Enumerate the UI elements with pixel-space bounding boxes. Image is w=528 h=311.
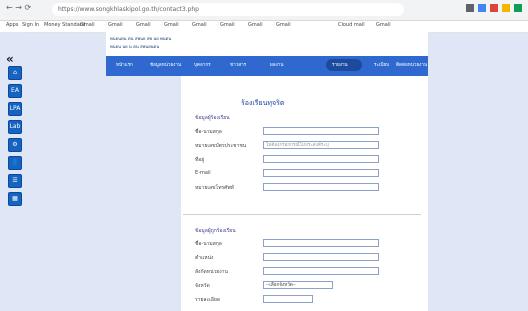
extension-icon-3[interactable] [490,4,498,12]
bookmark-apps[interactable]: Apps [6,22,18,28]
site-header: พนยนตน ตน สพนย สพ นย พนตน พนยน นย น ตน ส… [106,32,428,56]
browser-toolbar: ← → ⟳ https://www.songkhlaskipol.go.th/c… [0,0,528,21]
main-nav: หน้าแรก ข้อมูลหน่วยงาน บุคลากร ข่าวสาร ผ… [106,56,428,76]
gear-icon[interactable]: ⚙ [8,138,22,152]
label-field1-1: ชื่อ-นามสกุล [195,129,222,135]
input-field1-4[interactable] [263,169,379,177]
browser-extensions [466,4,522,12]
section-complainant: ข้อมูลผู้ร้องเรียน [195,115,230,121]
input-field2-5[interactable] [263,295,313,303]
nav-item-4[interactable]: ข่าวสาร [230,62,246,69]
bookmark-5[interactable]: Gmail [108,22,123,28]
extension-icon-1[interactable] [466,4,474,12]
bookmark-7[interactable]: Gmail [164,22,179,28]
left-panel [106,76,181,311]
label-field1-5: หมายเลขโทรศัพท์ [195,185,234,191]
label-field2-2: ตำแหน่ง [195,255,214,261]
label-field2-4: จังหวัด [195,283,210,289]
input-field1-3[interactable] [263,155,379,163]
label-field1-4: E-mail [195,170,211,176]
label-field1-2: หมายเลขบัตรประชาชน [195,143,247,149]
input-field1-1[interactable] [263,127,379,135]
address-bar[interactable]: https://www.songkhlaskipol.go.th/contact… [52,3,404,16]
nav-item-2[interactable]: ข้อมูลหน่วยงาน [150,62,181,69]
bookmark-8[interactable]: Gmail [192,22,207,28]
page: พนยนตน ตน สพนย สพ นย พนตน พนยน นย น ตน ส… [22,32,528,311]
bookmark-signin[interactable]: Sign In [22,22,39,28]
grid-icon[interactable]: ▦ [8,192,22,206]
bookmark-10[interactable]: Gmail [248,22,263,28]
input-field2-3[interactable] [263,267,379,275]
bookmark-6[interactable]: Gmail [136,22,151,28]
nav-item-3[interactable]: บุคลากร [194,62,211,69]
label-field1-3: ที่อยู่ [195,157,205,163]
user-icon[interactable]: 👤 [8,156,22,170]
input-field2-1[interactable] [263,239,379,247]
bookmark-11[interactable]: Gmail [276,22,291,28]
bookmark-money[interactable]: Money Standard [44,22,85,28]
bookmark-cloud[interactable]: Cloud mail [338,22,365,28]
home-icon[interactable]: ⌂ [8,66,22,80]
header-line-2: พนยน นย น ตน สพนยนตน [110,44,160,49]
menu-icon[interactable]: ☰ [8,174,22,188]
input-field2-2[interactable] [263,253,379,261]
nav-item-7[interactable]: ระเบียบ [374,62,389,69]
label-field2-1: ชื่อ-นามสกุล [195,241,222,247]
nav-item-1[interactable]: หน้าแรก [116,62,133,69]
ea-icon[interactable]: EA [8,84,22,98]
right-panel [428,76,528,311]
label-field2-5: รายละเอียด [195,297,221,303]
browser-nav-buttons[interactable]: ← → ⟳ [6,3,31,12]
collapse-icon[interactable]: « [6,52,14,66]
province-select[interactable]: --เลือกจังหวัด-- [263,281,333,289]
label-field2-3: สังกัดหน่วยงาน [195,269,228,275]
section-divider [183,214,421,215]
nav-item-6[interactable]: รายงาน [332,62,348,69]
lpa-icon[interactable]: LPA [8,102,22,116]
form-title: ร้องเรียนทุจริต [241,99,285,107]
input-field1-5[interactable] [263,183,379,191]
nav-item-5[interactable]: ผลงาน [270,62,283,69]
section-respondent: ข้อมูลผู้ถูกร้องเรียน [195,228,236,234]
bookmark-13[interactable]: Gmail [376,22,391,28]
extension-icon-2[interactable] [478,4,486,12]
header-line-1: พนยนตน ตน สพนย สพ นย พนตน [110,36,172,41]
form-card: ร้องเรียนทุจริต ข้อมูลผู้ร้องเรียน ชื่อ-… [181,76,428,311]
lab-icon[interactable]: Lab [8,120,22,134]
bookmark-4[interactable]: Gmail [80,22,95,28]
bookmark-9[interactable]: Gmail [220,22,235,28]
extension-icon-5[interactable] [514,4,522,12]
input-field1-2[interactable]: ไม่ต้องกรอกกรณีไม่ประสงค์ระบุ [263,141,379,149]
nav-item-8[interactable]: ติดต่อหน่วยงาน [396,62,427,69]
extension-icon-4[interactable] [502,4,510,12]
